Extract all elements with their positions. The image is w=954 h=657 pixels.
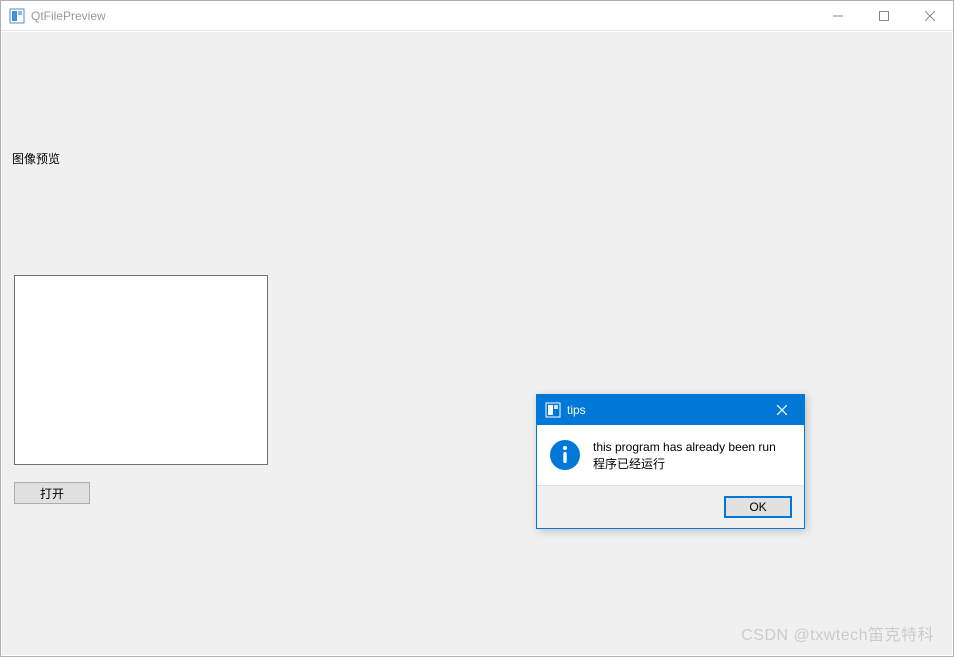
app-icon <box>9 8 25 24</box>
dialog-titlebar: tips <box>537 395 804 425</box>
open-button[interactable]: 打开 <box>14 482 90 504</box>
minimize-button[interactable] <box>815 1 861 31</box>
main-window-title: QtFilePreview <box>31 9 106 23</box>
dialog-message: this program has already been run 程序已经运行 <box>593 439 776 473</box>
image-preview-label: 图像预览 <box>12 150 60 167</box>
dialog-close-button[interactable] <box>759 395 804 425</box>
image-preview-box <box>14 275 268 465</box>
dialog-message-line1: this program has already been run <box>593 439 776 456</box>
dialog-message-line2: 程序已经运行 <box>593 456 776 473</box>
main-titlebar: QtFilePreview <box>1 1 953 31</box>
dialog-body: this program has already been run 程序已经运行 <box>537 425 804 485</box>
maximize-button[interactable] <box>861 1 907 31</box>
close-button[interactable] <box>907 1 953 31</box>
window-controls <box>815 1 953 31</box>
ok-button[interactable]: OK <box>724 496 792 518</box>
main-window: QtFilePreview 图像预览 打开 <box>0 0 954 657</box>
dialog-title: tips <box>567 403 586 417</box>
main-client-area: 图像预览 打开 <box>2 32 952 655</box>
dialog-footer: OK <box>537 485 804 528</box>
dialog-app-icon <box>545 402 561 418</box>
tips-dialog: tips this program has already been run 程… <box>536 394 805 529</box>
info-icon <box>549 439 581 471</box>
